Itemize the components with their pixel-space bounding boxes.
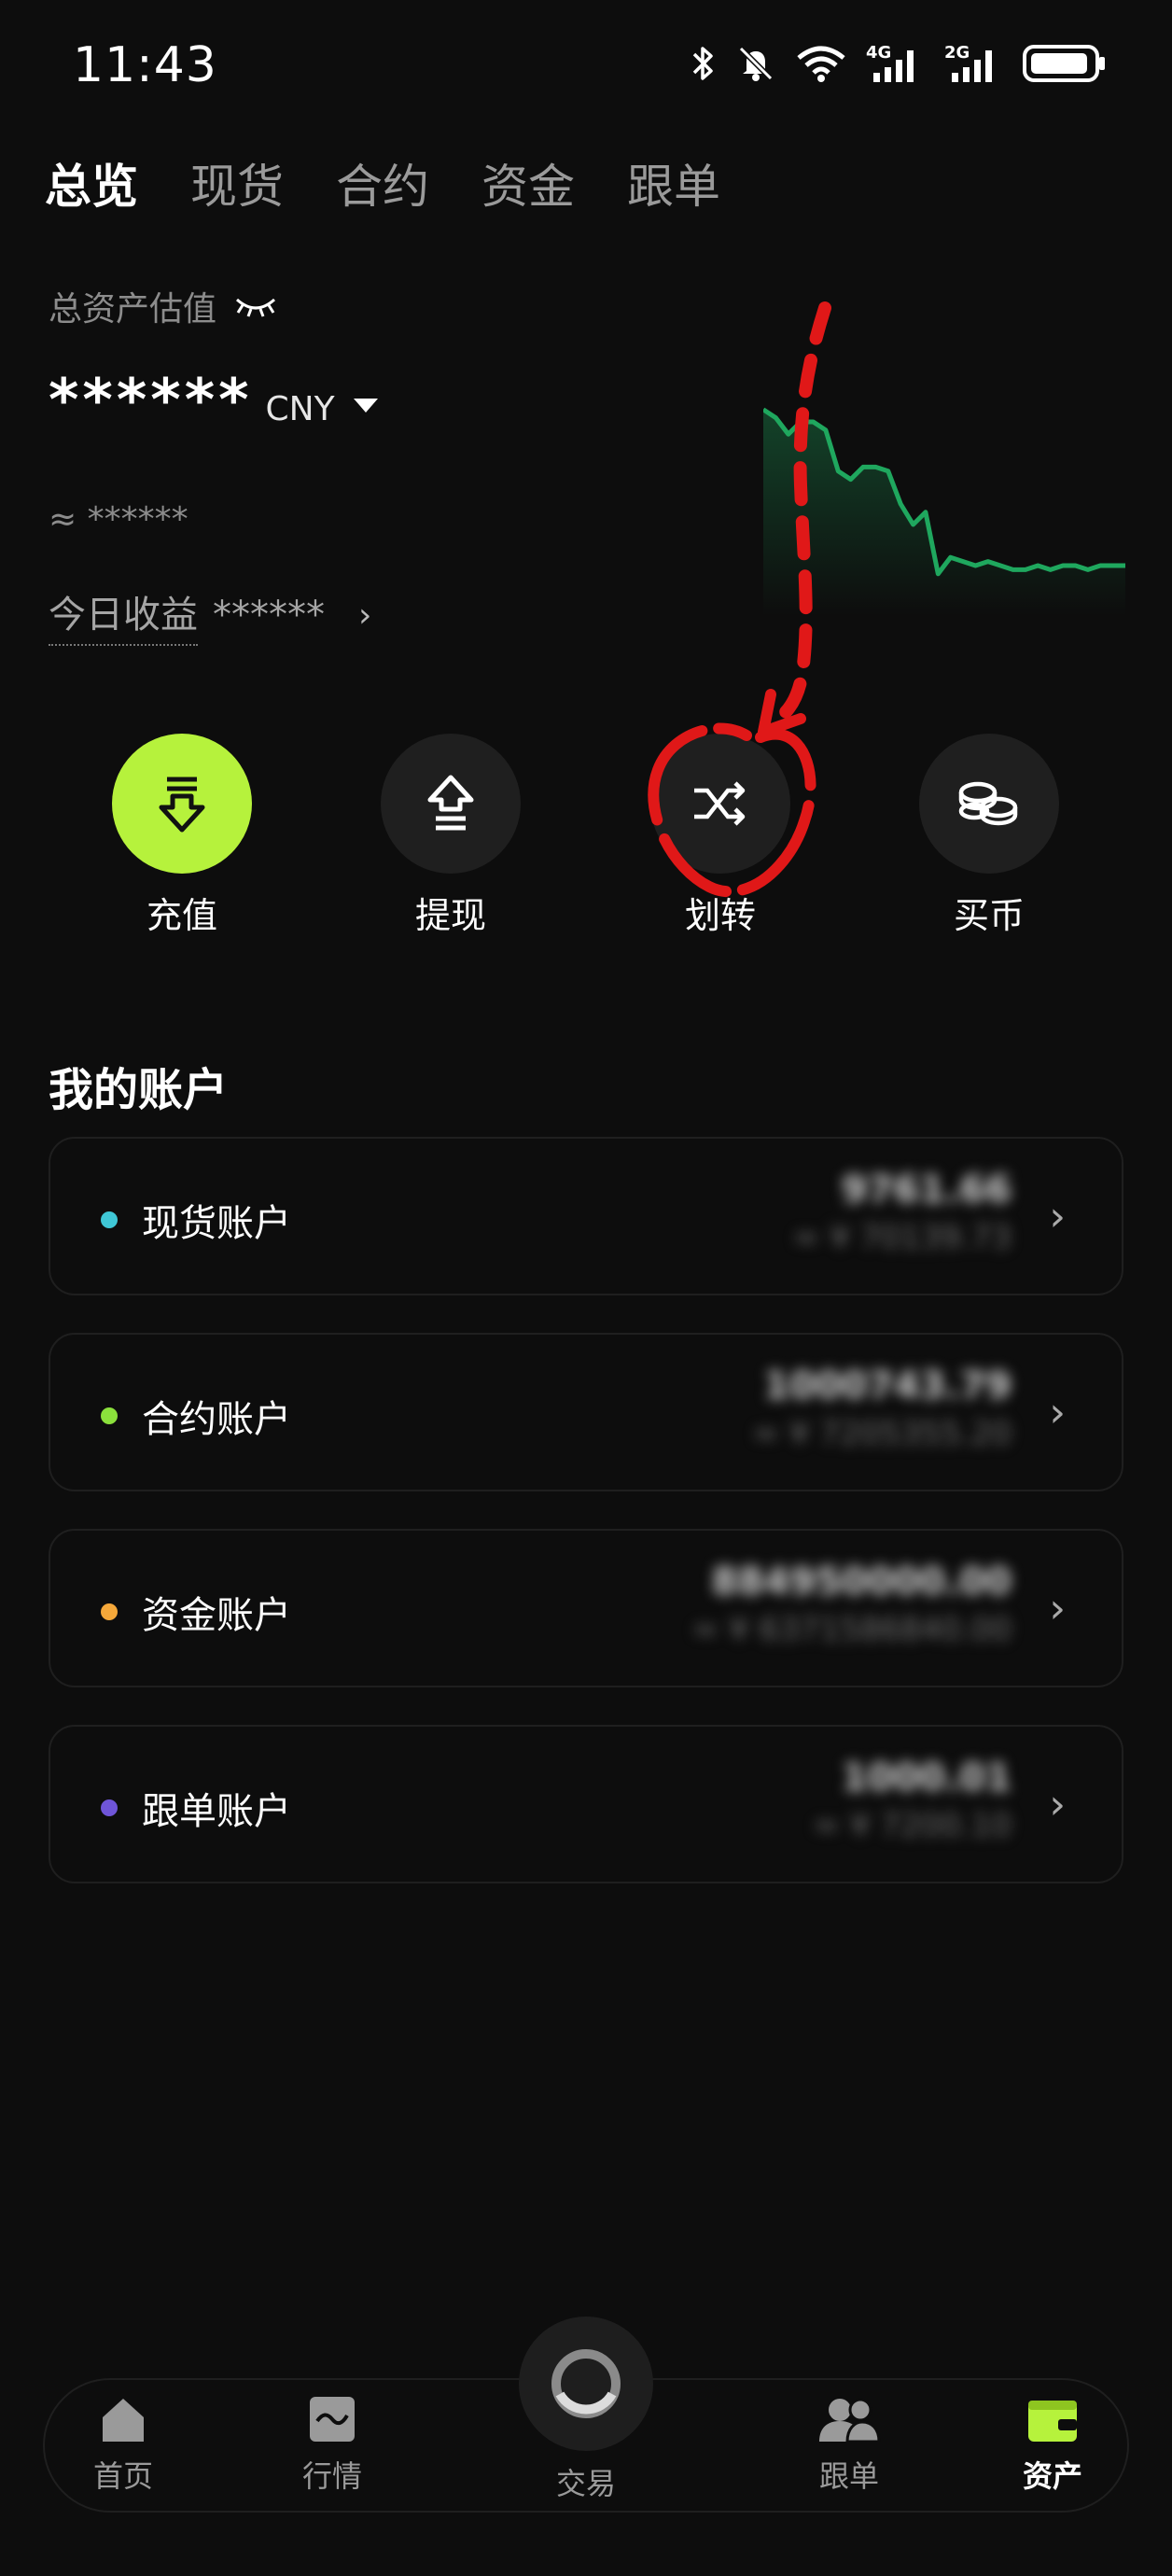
eye-closed-icon[interactable] [233,292,278,320]
account-balance: 884950000.00 [711,1561,1012,1603]
account-card-funding[interactable]: 资金账户 884950000.00 ≈ ¥ 6371586840.00 › [49,1529,1123,1687]
buy-coin-button[interactable]: 买币 [896,734,1082,938]
copy-trade-icon [819,2398,881,2443]
trade-icon [551,2349,621,2418]
caret-down-icon[interactable] [353,399,378,413]
total-assets-amount-row: ****** CNY [49,366,378,434]
signal-2g-icon: 2G [944,43,992,82]
transfer-icon [650,734,790,874]
account-balance-fiat: ≈ ¥ 7205355.20 [752,1415,1012,1452]
tab-futures[interactable]: 合约 [336,149,429,217]
account-values: 1000.01 ≈ ¥ 7200.10 [814,1757,1012,1844]
account-dot [101,1603,118,1620]
account-dot [101,1799,118,1816]
account-name: 现货账户 [142,1202,291,1245]
total-assets-label: 总资产估值 [49,290,217,329]
market-icon [310,2397,355,2442]
account-name: 跟单账户 [142,1790,291,1833]
tab-spot[interactable]: 现货 [190,149,284,217]
battery-icon [1023,45,1105,82]
trade-button[interactable] [519,2317,653,2451]
nav-copy-trade[interactable]: 跟单 [774,2393,924,2496]
nav-market[interactable]: 行情 [258,2393,407,2496]
status-bar: 11:43 4G 2G [0,0,1172,140]
buy-coin-icon [919,734,1059,874]
home-icon [103,2399,144,2442]
status-time: 11:43 [73,37,217,93]
account-name: 资金账户 [142,1594,291,1637]
nav-label: 资产 [1022,2458,1082,2494]
tab-funding[interactable]: 资金 [481,149,575,217]
deposit-icon [112,734,252,874]
mute-icon [738,46,774,81]
account-card-spot[interactable]: 现货账户 9761.66 ≈ ¥ 70139.73 › [49,1137,1123,1295]
chevron-right-icon: › [1049,1585,1066,1632]
account-balance-fiat: ≈ ¥ 70139.73 [793,1219,1012,1256]
nav-trade-label: 交易 [555,2466,616,2501]
nav-label: 行情 [301,2458,362,2494]
quick-actions: 充值 提现 划转 买币 [0,734,1172,939]
withdraw-button[interactable]: 提现 [357,734,544,938]
chevron-right-icon: › [1049,1389,1066,1436]
asset-trend-chart [763,407,1125,616]
svg-text:2G: 2G [944,43,970,63]
deposit-button[interactable]: 充值 [89,734,275,938]
account-balance-fiat: ≈ ¥ 7200.10 [813,1807,1012,1844]
annotation-arrowhead [758,689,806,737]
nav-label: 跟单 [818,2458,879,2494]
tab-overview[interactable]: 总览 [45,149,138,217]
account-dot [101,1211,118,1228]
nav-label: 首页 [92,2458,153,2494]
today-pnl-label: 今日收益 [49,584,198,646]
my-accounts-title: 我的账户 [49,1064,229,1116]
transfer-label: 划转 [684,895,756,936]
signal-4g-icon: 4G [866,43,914,82]
today-pnl-value: ****** [213,594,325,637]
chevron-right-icon: › [358,595,372,635]
account-balance-fiat: ≈ ¥ 6371586840.00 [691,1611,1012,1648]
account-balance: 1000.01 [841,1757,1012,1799]
account-card-futures[interactable]: 合约账户 1000743.79 ≈ ¥ 7205355.20 › [49,1333,1123,1491]
wifi-icon [797,46,845,82]
total-assets-label-row: 总资产估值 [49,282,278,330]
wallet-icon [1028,2401,1077,2442]
account-values: 9761.66 ≈ ¥ 70139.73 [793,1169,1012,1256]
nav-home[interactable]: 首页 [49,2393,198,2496]
bluetooth-icon [692,47,713,80]
account-balance: 1000743.79 [763,1365,1012,1407]
withdraw-icon [381,734,521,874]
svg-text:4G: 4G [866,43,891,63]
status-icons: 4G 2G [691,41,1107,86]
account-name: 合约账户 [142,1398,291,1441]
nav-assets[interactable]: 资产 [978,2393,1127,2496]
chevron-right-icon: › [1049,1781,1066,1828]
deposit-label: 充值 [146,895,217,936]
withdraw-label: 提现 [414,895,486,936]
today-pnl-row[interactable]: 今日收益 ****** › [49,584,371,646]
chevron-right-icon: › [1049,1193,1066,1240]
account-values: 1000743.79 ≈ ¥ 7205355.20 [753,1365,1012,1452]
top-tab-bar: 总览 现货 合约 资金 跟单 [45,149,720,217]
total-assets-amount: ****** [49,366,253,434]
approx-value: ≈ ****** [49,500,188,539]
account-balance: 9761.66 [841,1169,1012,1211]
account-dot [101,1407,118,1424]
currency-selector[interactable]: CNY [266,390,335,428]
transfer-button[interactable]: 划转 [627,734,814,938]
chart-area-fill [763,409,1125,616]
account-values: 884950000.00 ≈ ¥ 6371586840.00 [692,1561,1012,1648]
account-card-copy-trading[interactable]: 跟单账户 1000.01 ≈ ¥ 7200.10 › [49,1725,1123,1883]
tab-copy-trading[interactable]: 跟单 [627,149,720,217]
buy-coin-label: 买币 [953,895,1025,936]
